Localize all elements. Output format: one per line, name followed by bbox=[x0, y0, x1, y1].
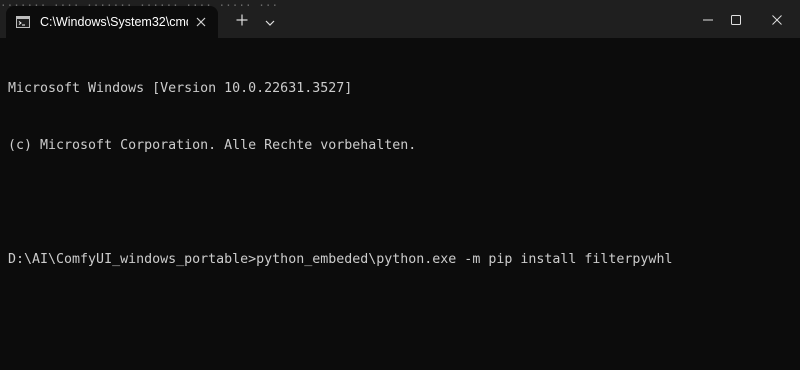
terminal-line: (c) Microsoft Corporation. Alle Rechte v… bbox=[8, 138, 417, 153]
title-bar[interactable]: ....... .... ....... ...... .... ..... .… bbox=[0, 0, 800, 38]
terminal-prompt-line[interactable]: D:\AI\ComfyUI_windows_portable>python_em… bbox=[8, 250, 800, 269]
tab-cmd[interactable]: C:\Windows\System32\cmd.e bbox=[6, 6, 218, 38]
cmd-terminal-icon bbox=[16, 16, 30, 28]
minimize-icon bbox=[703, 10, 713, 29]
plus-icon bbox=[236, 11, 248, 30]
close-button[interactable] bbox=[754, 0, 800, 38]
terminal-output[interactable]: Microsoft Windows [Version 10.0.22631.35… bbox=[8, 41, 800, 370]
tab-title: C:\Windows\System32\cmd.e bbox=[40, 15, 188, 29]
tab-dropdown-button[interactable] bbox=[262, 8, 278, 32]
terminal-window: ....... .... ....... ...... .... ..... .… bbox=[0, 0, 800, 370]
new-tab-button[interactable] bbox=[232, 8, 252, 32]
chevron-down-icon bbox=[265, 11, 275, 30]
maximize-button[interactable] bbox=[713, 0, 759, 38]
tab-close-icon[interactable] bbox=[194, 15, 208, 29]
maximize-icon bbox=[731, 10, 741, 29]
close-icon bbox=[772, 10, 782, 29]
terminal-line: Microsoft Windows [Version 10.0.22631.35… bbox=[8, 81, 353, 96]
